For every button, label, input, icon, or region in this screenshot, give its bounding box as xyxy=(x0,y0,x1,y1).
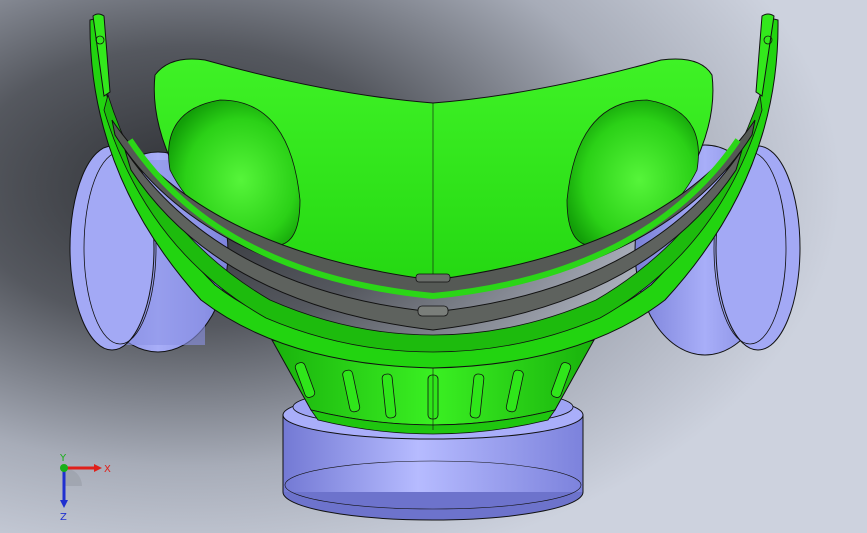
y-axis-label: Y xyxy=(59,453,67,464)
graphics-viewport[interactable]: X Y Z xyxy=(0,0,867,533)
axis-triad: X Y Z xyxy=(59,453,111,522)
z-axis-label: Z xyxy=(60,512,67,522)
x-axis-label: X xyxy=(104,464,111,475)
y-axis-dot xyxy=(60,464,68,472)
model-view[interactable] xyxy=(0,0,867,533)
